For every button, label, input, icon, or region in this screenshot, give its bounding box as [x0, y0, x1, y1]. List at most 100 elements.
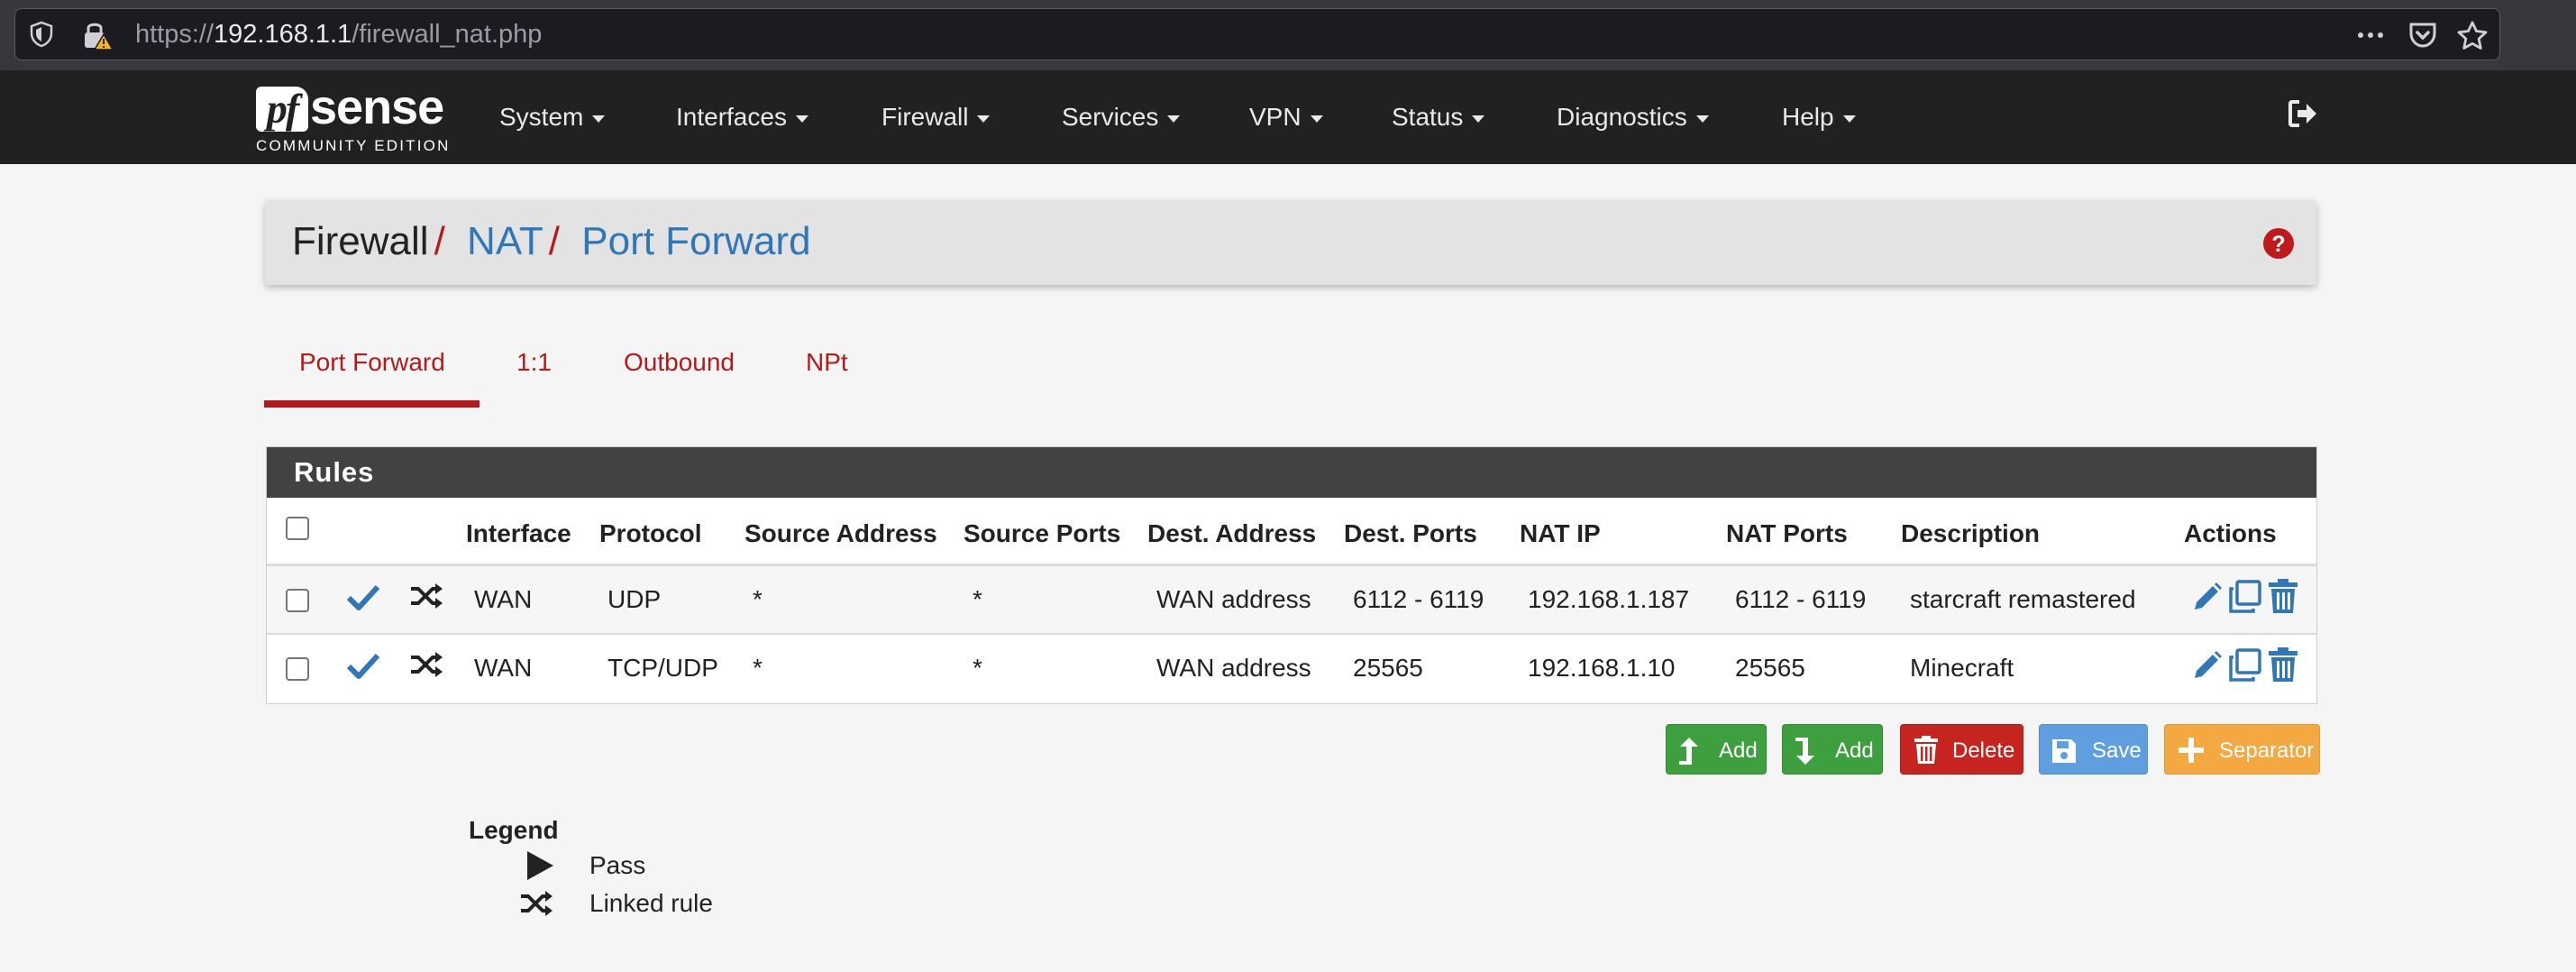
breadcrumb-nat-link[interactable]: NAT — [467, 219, 544, 263]
cell-dest-address: WAN address — [1156, 654, 1311, 682]
col-nat-ports[interactable]: NAT Ports — [1726, 519, 1848, 548]
url-bar[interactable]: https://192.168.1.1/firewall_nat.php — [14, 8, 2500, 60]
pocket-icon[interactable] — [2408, 22, 2437, 49]
nav-label: Firewall — [882, 103, 969, 131]
caret-down-icon — [1695, 115, 1709, 123]
row-checkbox[interactable] — [286, 589, 309, 612]
tab-port-forward[interactable]: Port Forward — [299, 347, 445, 378]
nav-menu-firewall[interactable]: Firewall — [882, 102, 991, 133]
cell-source-ports: * — [973, 585, 982, 613]
cell-dest-ports: 25565 — [1353, 654, 1423, 682]
legend-pass-label: Pass — [589, 851, 646, 879]
col-description[interactable]: Description — [1901, 519, 2040, 548]
col-dest-ports[interactable]: Dest. Ports — [1344, 519, 1477, 548]
top-navbar: pf sense COMMUNITY EDITION System Interf… — [0, 70, 2576, 164]
row-checkbox[interactable] — [286, 657, 309, 681]
nav-menu-diagnostics[interactable]: Diagnostics — [1557, 102, 1709, 133]
rules-panel: Rules Interface Protocol Source Address … — [266, 446, 2317, 704]
cell-description: starcraft remastered — [1910, 585, 2136, 613]
table-row[interactable]: WAN TCP/UDP * * WAN address 25565 192.16… — [267, 635, 2316, 701]
nav-label: Status — [1392, 103, 1464, 131]
nav-menu-status[interactable]: Status — [1392, 102, 1485, 133]
nav-menu-help[interactable]: Help — [1782, 102, 1856, 133]
nav-label: Diagnostics — [1557, 103, 1687, 131]
floppy-disk-icon — [2051, 738, 2078, 765]
add-top-button[interactable]: Add — [1666, 724, 1767, 775]
cell-nat-ports: 25565 — [1735, 654, 1805, 682]
nav-label: System — [499, 103, 584, 131]
caret-down-icon — [1310, 115, 1323, 123]
edit-pencil-icon[interactable] — [2191, 581, 2224, 613]
delete-button[interactable]: Delete — [1900, 724, 2023, 775]
cell-protocol: TCP/UDP — [607, 654, 718, 682]
nav-menu-vpn[interactable]: VPN — [1249, 102, 1323, 133]
nav-menu-system[interactable]: System — [499, 102, 606, 133]
delete-trash-icon[interactable] — [2268, 579, 2298, 615]
url-path: /firewall_nat.php — [352, 20, 543, 49]
cell-source-ports: * — [973, 654, 982, 682]
breadcrumb-panel: Firewall / NAT / Port Forward ? — [265, 200, 2316, 285]
add-bottom-label: Add — [1835, 738, 1874, 763]
tab-one-to-one[interactable]: 1:1 — [516, 347, 552, 378]
col-dest-address[interactable]: Dest. Address — [1147, 519, 1316, 548]
browser-toolbar: https://192.168.1.1/firewall_nat.php — [0, 0, 2576, 70]
separator-button[interactable]: Separator — [2164, 724, 2320, 775]
add-bottom-button[interactable]: Add — [1782, 724, 1883, 775]
trash-icon — [1914, 736, 1939, 765]
add-top-label: Add — [1719, 738, 1758, 763]
delete-trash-icon[interactable] — [2268, 647, 2298, 683]
cell-nat-ports: 6112 - 6119 — [1735, 585, 1867, 613]
nav-menu-services[interactable]: Services — [1062, 102, 1181, 133]
help-icon[interactable]: ? — [2262, 227, 2295, 260]
url-host: 192.168.1.1 — [214, 20, 352, 49]
cell-dest-ports: 6112 - 6119 — [1353, 585, 1484, 613]
edit-pencil-icon[interactable] — [2191, 649, 2224, 682]
insecure-lock-icon[interactable] — [82, 20, 114, 50]
nav-menu-interfaces[interactable]: Interfaces — [676, 102, 808, 133]
col-protocol[interactable]: Protocol — [599, 519, 702, 548]
copy-icon[interactable] — [2228, 648, 2262, 683]
col-nat-ip[interactable]: NAT IP — [1520, 519, 1601, 548]
copy-icon[interactable] — [2228, 580, 2262, 614]
breadcrumb: Firewall / NAT / Port Forward — [292, 218, 811, 265]
active-tab-indicator — [264, 400, 480, 408]
check-icon[interactable] — [346, 582, 380, 611]
cell-interface: WAN — [474, 585, 533, 613]
rules-panel-heading: Rules — [267, 447, 2316, 498]
url-scheme: https:// — [135, 20, 215, 49]
logout-icon[interactable] — [2287, 97, 2319, 130]
caret-down-icon — [795, 115, 808, 123]
legend-linked-label: Linked rule — [589, 889, 713, 917]
more-icon[interactable] — [2357, 32, 2384, 39]
tab-outbound[interactable]: Outbound — [624, 347, 735, 378]
cell-dest-address: WAN address — [1156, 585, 1311, 613]
tab-npt[interactable]: NPt — [806, 347, 848, 378]
col-source-address[interactable]: Source Address — [744, 519, 937, 548]
col-source-ports[interactable]: Source Ports — [964, 519, 1120, 548]
plus-icon — [2178, 737, 2205, 764]
legend-title: Legend — [469, 816, 559, 844]
caret-down-icon — [1167, 115, 1181, 123]
cell-description: Minecraft — [1910, 654, 2014, 682]
linked-rule-icon — [519, 890, 553, 917]
shield-icon[interactable] — [30, 21, 53, 48]
select-all-checkbox[interactable] — [286, 517, 309, 540]
nav-label: Help — [1782, 103, 1834, 131]
pfsense-logo[interactable]: pf sense COMMUNITY EDITION — [256, 80, 448, 154]
save-button[interactable]: Save — [2039, 724, 2148, 775]
arrow-up-icon — [1677, 736, 1701, 766]
arrow-down-icon — [1794, 736, 1817, 766]
url-text[interactable]: https://192.168.1.1/firewall_nat.php — [135, 18, 542, 50]
breadcrumb-separator: / — [434, 219, 445, 263]
check-icon[interactable] — [346, 651, 380, 680]
svg-text:?: ? — [2271, 232, 2285, 257]
bookmark-star-icon[interactable] — [2457, 21, 2488, 50]
cell-protocol: UDP — [607, 585, 662, 613]
breadcrumb-port-forward-link[interactable]: Port Forward — [581, 219, 810, 263]
table-row[interactable]: WAN UDP * * WAN address 6112 - 6119 192.… — [267, 566, 2316, 633]
cell-source-address: * — [753, 654, 763, 682]
col-interface[interactable]: Interface — [466, 519, 571, 548]
cell-nat-ip: 192.168.1.10 — [1528, 654, 1676, 682]
save-label: Save — [2092, 738, 2142, 763]
linked-rule-icon — [409, 651, 443, 678]
